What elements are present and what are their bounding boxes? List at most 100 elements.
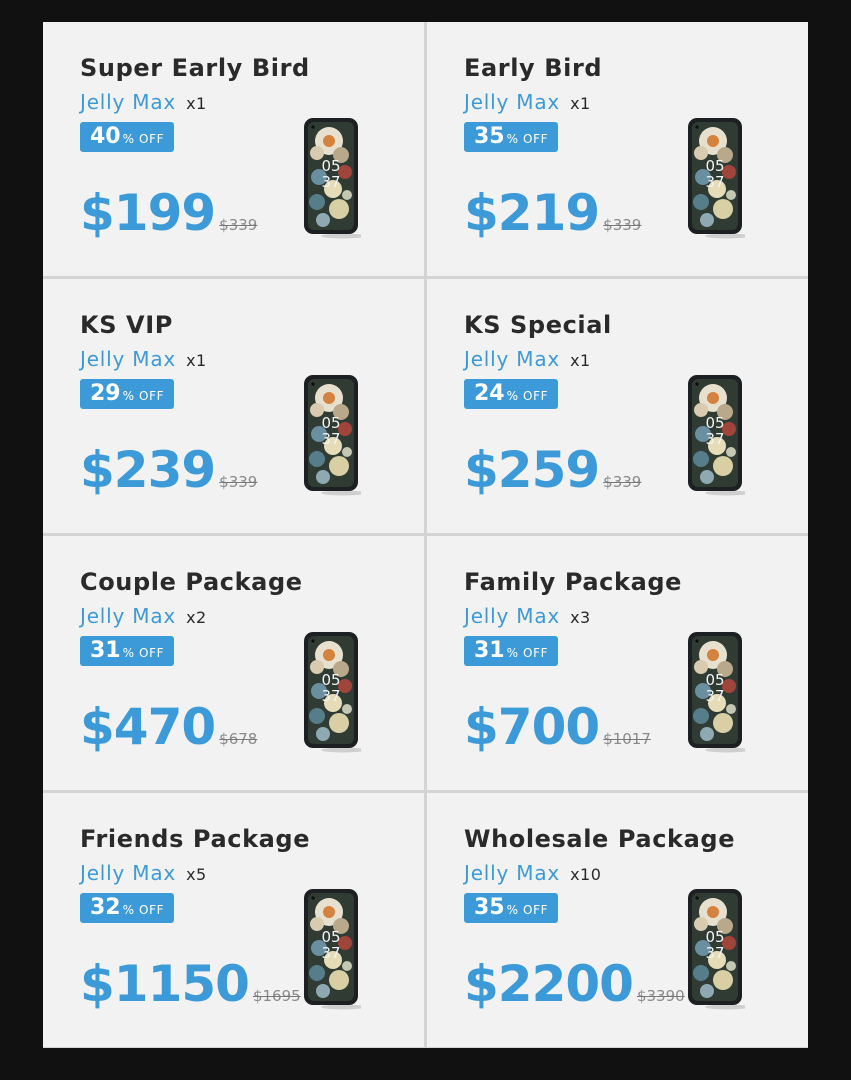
discount-badge: 40 % OFF: [80, 122, 175, 152]
original-price: $3390: [636, 987, 685, 1005]
price-block: $259 $339: [464, 441, 641, 499]
discount-percent: 29: [90, 381, 121, 406]
price-block: $2200 $3390: [464, 955, 685, 1013]
package-title: Early Bird: [464, 54, 603, 82]
sale-price: $199: [80, 184, 216, 242]
discount-percent: 31: [90, 638, 121, 663]
discount-badge: 24 % OFF: [464, 379, 559, 409]
sale-price: $2200: [464, 955, 634, 1013]
svg-text:37: 37: [705, 944, 724, 962]
discount-off-label: % OFF: [506, 903, 549, 917]
product-line: Jelly Max x10: [464, 861, 601, 885]
discount-badge: 31 % OFF: [80, 636, 175, 666]
price-block: $1150 $1695: [80, 955, 301, 1013]
product-line: Jelly Max x1: [80, 90, 207, 114]
original-price: $339: [219, 216, 258, 234]
sale-price: $219: [464, 184, 600, 242]
discount-off-label: % OFF: [122, 389, 165, 403]
phone-icon: 0537: [304, 118, 361, 239]
product-brand: Jelly Max: [80, 347, 177, 371]
product-brand: Jelly Max: [80, 90, 177, 114]
original-price: $1695: [252, 987, 301, 1005]
svg-text:37: 37: [321, 687, 340, 705]
discount-percent: 31: [474, 638, 505, 663]
discount-percent: 35: [474, 895, 505, 920]
svg-text:37: 37: [321, 944, 340, 962]
package-title: KS VIP: [80, 311, 173, 339]
product-brand: Jelly Max: [464, 861, 561, 885]
product-brand: Jelly Max: [464, 90, 561, 114]
price-block: $700 $1017: [464, 698, 651, 756]
original-price: $1017: [603, 730, 651, 748]
discount-off-label: % OFF: [122, 903, 165, 917]
price-block: $219 $339: [464, 184, 641, 242]
package-card-ks-special[interactable]: KS Special Jelly Max x1 24 % OFF $259 $3…: [427, 279, 808, 533]
discount-badge: 31 % OFF: [464, 636, 559, 666]
discount-badge: 32 % OFF: [80, 893, 175, 923]
discount-percent: 40: [90, 124, 121, 149]
phone-icon: 0537: [304, 375, 361, 496]
package-title: KS Special: [464, 311, 612, 339]
sale-price: $700: [464, 698, 600, 756]
package-title: Super Early Bird: [80, 54, 310, 82]
product-quantity: x5: [186, 865, 207, 884]
product-brand: Jelly Max: [80, 861, 177, 885]
sale-price: $1150: [80, 955, 250, 1013]
package-grid: Super Early Bird Jelly Max x1 40 % OFF $…: [43, 22, 808, 1048]
sale-price: $259: [464, 441, 600, 499]
discount-badge: 35 % OFF: [464, 893, 559, 923]
svg-text:37: 37: [705, 687, 724, 705]
discount-off-label: % OFF: [122, 132, 165, 146]
price-block: $239 $339: [80, 441, 257, 499]
package-title: Friends Package: [80, 825, 311, 853]
discount-percent: 24: [474, 381, 505, 406]
discount-off-label: % OFF: [122, 646, 165, 660]
discount-badge: 29 % OFF: [80, 379, 175, 409]
package-card-wholesale[interactable]: Wholesale Package Jelly Max x10 35 % OFF…: [427, 793, 808, 1047]
phone-icon: 0537: [688, 889, 745, 1010]
discount-off-label: % OFF: [506, 646, 549, 660]
svg-text:37: 37: [705, 430, 724, 448]
discount-off-label: % OFF: [506, 132, 549, 146]
discount-percent: 35: [474, 124, 505, 149]
original-price: $339: [603, 216, 642, 234]
product-brand: Jelly Max: [464, 347, 561, 371]
svg-text:37: 37: [321, 173, 340, 191]
product-line: Jelly Max x1: [80, 347, 207, 371]
sale-price: $470: [80, 698, 216, 756]
package-card-early-bird[interactable]: Early Bird Jelly Max x1 35 % OFF $219 $3…: [427, 22, 808, 276]
product-line: Jelly Max x1: [464, 90, 591, 114]
price-block: $470 $678: [80, 698, 257, 756]
price-block: $199 $339: [80, 184, 257, 242]
product-brand: Jelly Max: [80, 604, 177, 628]
product-brand: Jelly Max: [464, 604, 561, 628]
product-quantity: x1: [186, 351, 207, 370]
discount-badge: 35 % OFF: [464, 122, 559, 152]
product-quantity: x1: [570, 351, 591, 370]
phone-icon: 0537: [304, 889, 361, 1010]
product-line: Jelly Max x2: [80, 604, 207, 628]
package-card-friends[interactable]: Friends Package Jelly Max x5 32 % OFF $1…: [43, 793, 424, 1047]
svg-text:37: 37: [321, 430, 340, 448]
package-title: Wholesale Package: [464, 825, 736, 853]
product-quantity: x3: [570, 608, 591, 627]
package-card-super-early-bird[interactable]: Super Early Bird Jelly Max x1 40 % OFF $…: [43, 22, 424, 276]
discount-off-label: % OFF: [506, 389, 549, 403]
original-price: $678: [219, 730, 258, 748]
original-price: $339: [603, 473, 642, 491]
phone-icon: 0537: [688, 632, 745, 753]
package-card-family[interactable]: Family Package Jelly Max x3 31 % OFF $70…: [427, 536, 808, 790]
product-quantity: x2: [186, 608, 207, 627]
product-quantity: x1: [186, 94, 207, 113]
discount-percent: 32: [90, 895, 121, 920]
svg-text:37: 37: [705, 173, 724, 191]
phone-icon: 0537: [304, 632, 361, 753]
product-quantity: x10: [570, 865, 602, 884]
product-line: Jelly Max x5: [80, 861, 207, 885]
package-card-ks-vip[interactable]: KS VIP Jelly Max x1 29 % OFF $239 $339 0…: [43, 279, 424, 533]
package-card-couple[interactable]: Couple Package Jelly Max x2 31 % OFF $47…: [43, 536, 424, 790]
original-price: $339: [219, 473, 258, 491]
package-title: Couple Package: [80, 568, 303, 596]
product-quantity: x1: [570, 94, 591, 113]
phone-icon: 0537: [688, 375, 745, 496]
